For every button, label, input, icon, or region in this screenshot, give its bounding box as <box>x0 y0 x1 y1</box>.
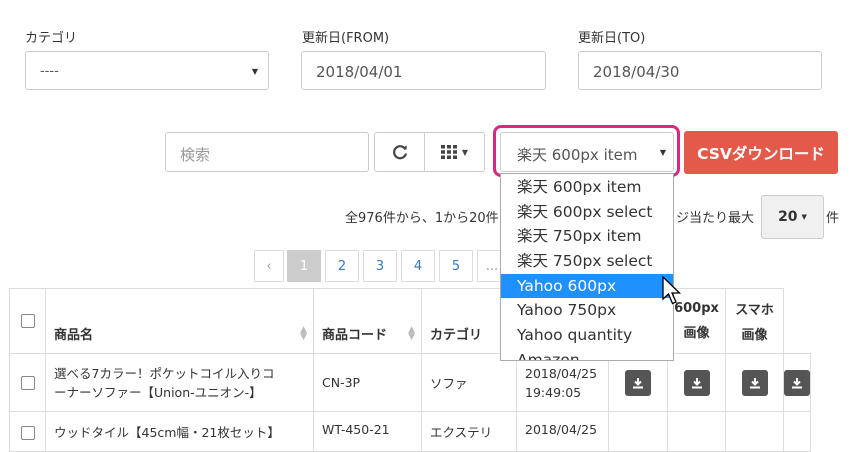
dropdown-option[interactable]: 楽天 750px select <box>501 249 673 274</box>
caret-down-icon: ▼ <box>659 148 666 157</box>
caret-down-icon: ▼ <box>801 213 807 221</box>
table-row: ウッドタイル【45cm幅・21枚セット】 WT-450-21 エクステリ 201… <box>9 411 811 452</box>
dropdown-option[interactable]: Yahoo 750px <box>501 298 673 323</box>
dropdown-option[interactable]: Amazon <box>501 348 673 360</box>
format-select[interactable]: 楽天 600px item ▼ <box>500 132 674 172</box>
code-header-label: 商品コード <box>322 327 388 343</box>
refresh-button[interactable] <box>374 132 425 172</box>
product-name-line: 選べる7カラー！ポケットコイル入りコ <box>54 365 275 381</box>
category-select[interactable]: ---- ▼ <box>25 51 269 90</box>
download-icon <box>691 377 702 388</box>
columns-button[interactable]: ▼ <box>424 132 485 172</box>
product-code-cell: CN-3P <box>313 353 422 412</box>
table-row: 選べる7カラー！ポケットコイル入りコ ーナーソファー【Union-ユニオン-】 … <box>9 353 811 412</box>
refresh-icon <box>392 145 407 160</box>
date-to-value: 2018/04/30 <box>593 63 680 81</box>
category-select-value: ---- <box>40 64 59 79</box>
search-input[interactable]: 検索 <box>165 132 369 172</box>
per-page-value: 20 <box>778 209 798 225</box>
updated-time: 19:49:05 <box>525 384 582 400</box>
dropdown-option-selected[interactable]: Yahoo 600px <box>501 273 673 299</box>
pagination-page-1[interactable]: 1 <box>287 250 321 282</box>
result-summary: 全976件から、1から20件 <box>345 211 499 226</box>
img750-cell <box>667 353 726 412</box>
csv-download-button[interactable]: CSVダウンロード <box>684 131 838 174</box>
code-header[interactable]: 商品コード ▲ ▼ <box>313 288 422 354</box>
product-code-cell: WT-450-21 <box>313 411 422 452</box>
pagination-page-5[interactable]: 5 <box>439 250 473 282</box>
download-icon <box>749 377 760 388</box>
sort-icon: ▲ ▼ <box>408 325 415 342</box>
table-header-row: 商品名 ▲▼ 商品コード ▲▼ カテゴリ 750px 画像 600px 画像 ス… <box>9 288 811 354</box>
download-button[interactable] <box>741 369 768 396</box>
cursor-arrow-icon <box>662 276 682 305</box>
row-checkbox[interactable] <box>20 425 35 440</box>
download-button[interactable] <box>683 369 710 396</box>
phone-img-header-line2: 画像 <box>741 328 768 343</box>
caret-down-icon: ▼ <box>251 67 258 76</box>
updated-date-cell: 2018/04/25 <box>516 411 609 452</box>
select-all-header <box>9 288 46 354</box>
pagination-prev[interactable]: ‹ <box>254 250 284 282</box>
row-checkbox-cell <box>9 411 46 452</box>
pagination-page-2[interactable]: 2 <box>325 250 359 282</box>
date-from-value: 2018/04/01 <box>316 63 403 81</box>
updated-date: 2018/04/25 <box>525 365 598 381</box>
phone-img-cell <box>783 353 811 412</box>
dropdown-option[interactable]: 楽天 750px item <box>501 224 673 249</box>
caret-down-icon: ▼ <box>461 147 469 157</box>
grid-icon <box>440 145 457 159</box>
sort-icon: ▲ ▼ <box>300 325 307 342</box>
img-preview-cell <box>608 411 668 452</box>
per-page-text: ジ当たり最大 <box>676 211 755 226</box>
row-checkbox-cell <box>9 353 46 412</box>
row-checkbox[interactable] <box>20 375 35 390</box>
img600-cell <box>725 411 784 452</box>
format-select-value: 楽天 600px item <box>517 146 638 164</box>
product-name-cell: 選べる7カラー！ポケットコイル入りコ ーナーソファー【Union-ユニオン-】 <box>45 353 314 412</box>
img-preview-cell <box>608 353 668 412</box>
pagination-page-4[interactable]: 4 <box>401 250 435 282</box>
updated-date-cell: 2018/04/25 19:49:05 <box>516 353 609 412</box>
download-button[interactable] <box>784 369 810 396</box>
product-name-line: ーナーソファー【Union-ユニオン-】 <box>54 384 262 400</box>
phone-img-cell <box>783 411 811 452</box>
format-dropdown-list: 楽天 600px item 楽天 600px select 楽天 750px i… <box>500 173 674 361</box>
product-table: 商品名 ▲▼ 商品コード ▲▼ カテゴリ 750px 画像 600px 画像 ス… <box>9 288 811 452</box>
date-from-input[interactable]: 2018/04/01 <box>301 51 546 90</box>
date-from-label: 更新日(FROM) <box>302 31 390 46</box>
name-header[interactable]: 商品名 ▲ ▼ <box>45 288 314 354</box>
img750-cell <box>667 411 726 452</box>
dropdown-option[interactable]: Yahoo quantity <box>501 323 673 348</box>
img600-cell <box>725 353 784 412</box>
dropdown-option[interactable]: 楽天 600px select <box>501 200 673 225</box>
pagination-page-3[interactable]: 3 <box>363 250 397 282</box>
search-placeholder: 検索 <box>180 146 211 164</box>
category-label: カテゴリ <box>25 31 78 46</box>
phone-img-header-line1: スマホ <box>735 303 774 318</box>
select-all-checkbox[interactable] <box>20 314 35 328</box>
product-name-cell: ウッドタイル【45cm幅・21枚セット】 <box>45 411 314 452</box>
per-page-suffix: 件 <box>826 211 840 226</box>
download-icon <box>633 377 643 388</box>
product-category-cell: ソファ <box>421 353 517 412</box>
download-icon <box>792 377 802 388</box>
name-header-label: 商品名 <box>54 327 94 343</box>
category-header-label: カテゴリ <box>430 327 483 343</box>
per-page-select[interactable]: 20 ▼ <box>761 195 824 239</box>
product-category-cell: エクステリ <box>421 411 517 452</box>
date-to-label: 更新日(TO) <box>578 31 646 46</box>
date-to-input[interactable]: 2018/04/30 <box>578 51 822 90</box>
download-button[interactable] <box>625 369 651 396</box>
img600-header-line2: 画像 <box>683 326 710 341</box>
dropdown-option[interactable]: 楽天 600px item <box>501 175 673 200</box>
phone-img-header: スマホ 画像 <box>725 288 784 354</box>
